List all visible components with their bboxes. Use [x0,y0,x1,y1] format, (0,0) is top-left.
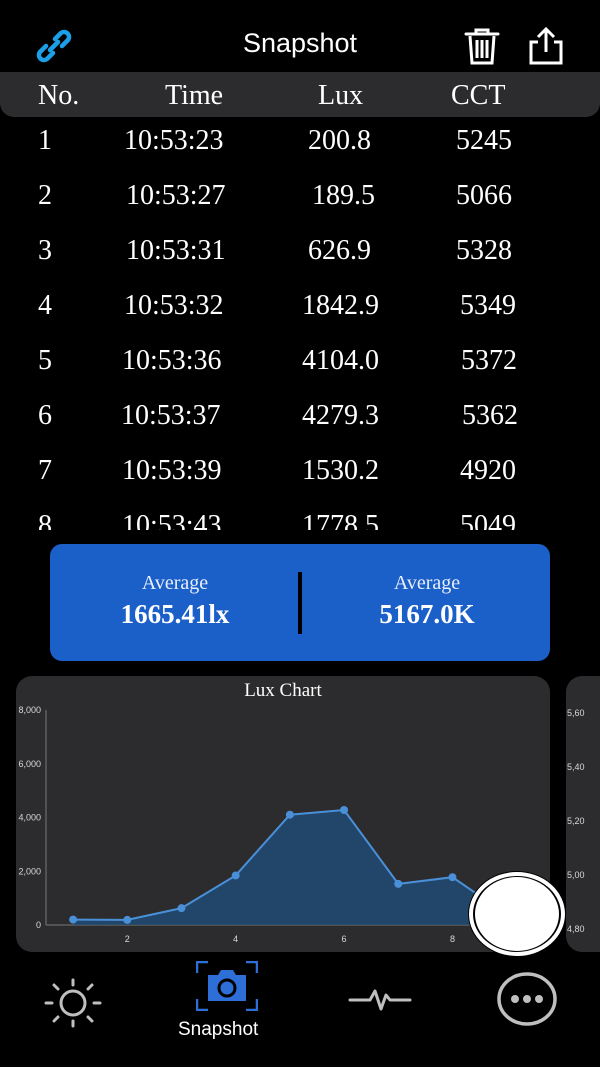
sun-icon [44,978,102,1028]
cell-lux: 200.8 [308,125,371,156]
table-row[interactable]: 1 10:53:23 200.8 5245 [0,117,600,171]
series-area [73,809,507,925]
x-tick-label: 2 [125,934,130,944]
cct-average: Average 5167.0K [302,572,552,630]
y-tick-label: 4,000 [18,813,41,823]
cell-cct: 4920 [460,455,516,486]
x-tick-label: 4 [233,934,238,944]
cell-lux: 1778.5 [302,510,379,530]
cell-no: 7 [38,455,52,486]
cell-time: 10:53:27 [126,180,226,211]
table-row[interactable]: 2 10:53:27 189.5 5066 [0,172,600,226]
cell-cct: 5372 [461,345,517,376]
nav-item-snapshot[interactable] [195,960,259,1016]
more-icon [497,972,557,1026]
header: Snapshot [0,0,600,72]
table-row[interactable]: 7 10:53:39 1530.2 4920 [0,447,600,501]
cell-lux: 189.5 [312,180,375,211]
y-tick-label: 0 [36,920,41,930]
cell-lux: 1842.9 [302,290,379,321]
lux-average: Average 1665.41lx [50,572,300,630]
average-card: Average 1665.41lx Average 5167.0K [50,544,550,661]
cct-chart-card[interactable]: 5,60 5,40 5,20 5,00 4,80 [566,676,600,952]
cell-no: 3 [38,235,52,266]
cct-y-tick: 5,60 [567,708,585,718]
cell-time: 10:53:36 [122,345,222,376]
capture-button-inner [475,877,559,951]
camera-icon [195,960,259,1012]
data-point [448,873,457,882]
chart-title: Lux Chart [244,680,322,701]
cell-time: 10:53:43 [122,510,222,530]
data-point [394,879,403,888]
cell-no: 2 [38,180,52,211]
x-tick-label: 6 [342,934,347,944]
cct-y-tick: 5,20 [567,816,585,826]
nav-label-snapshot: Snapshot [178,1019,259,1040]
cct-y-tick: 5,00 [567,870,585,880]
share-icon[interactable] [526,26,566,66]
cell-lux: 1530.2 [302,455,379,486]
column-header-no: No. [38,80,80,111]
cell-time: 10:53:32 [124,290,224,321]
cell-cct: 5328 [456,235,512,266]
cct-y-tick: 5,40 [567,762,585,772]
table-row[interactable]: 6 10:53:37 4279.3 5362 [0,392,600,446]
cell-lux: 626.9 [308,235,371,266]
cell-no: 1 [38,125,52,156]
cell-cct: 5362 [462,400,518,431]
cell-lux: 4279.3 [302,400,379,431]
data-point [123,915,132,924]
cct-average-label: Average [393,572,461,594]
nav-item-light[interactable] [42,977,104,1034]
table-row[interactable]: 3 10:53:31 626.9 5328 [0,227,600,281]
cell-cct: 5245 [456,125,512,156]
column-header-lux: Lux [318,80,364,111]
y-tick-label: 6,000 [18,759,41,769]
cct-average-value: 5167.0K [379,599,475,629]
data-point [231,871,240,880]
x-tick-label: 8 [450,934,455,944]
table-row[interactable]: 8 10:53:43 1778.5 5049 [0,502,600,530]
table-row[interactable]: 4 10:53:32 1842.9 5349 [0,282,600,336]
cell-time: 10:53:37 [121,400,221,431]
data-point [285,810,294,819]
y-tick-label: 2,000 [18,866,41,876]
column-header-time: Time [165,80,224,111]
trash-icon[interactable] [462,26,502,66]
cell-cct: 5349 [460,290,516,321]
y-tick-label: 8,000 [18,705,41,715]
page-title: Snapshot [242,28,358,58]
data-point [177,904,186,913]
cell-no: 8 [38,510,52,530]
column-header-cct: CCT [451,80,506,111]
cell-lux: 4104.0 [302,345,379,376]
capture-button[interactable] [468,871,566,957]
lux-average-value: 1665.41lx [120,599,230,629]
cell-no: 6 [38,400,52,431]
cell-no: 4 [38,290,52,321]
waveform-icon [348,989,412,1011]
lux-average-label: Average [141,572,209,594]
cell-time: 10:53:23 [124,125,224,156]
nav-item-more[interactable] [495,971,559,1032]
bottom-nav: Snapshot [0,955,600,1067]
snapshot-table[interactable]: 1 10:53:23 200.8 5245 2 10:53:27 189.5 5… [0,117,600,530]
data-point [340,805,349,814]
nav-item-waveform[interactable] [348,985,412,1020]
cell-time: 10:53:31 [126,235,226,266]
cell-cct: 5049 [460,510,516,530]
table-header: No. Time Lux CCT [0,72,600,117]
cell-no: 5 [38,345,52,376]
cell-cct: 5066 [456,180,512,211]
cell-time: 10:53:39 [122,455,222,486]
cct-y-tick: 4,80 [567,924,585,934]
table-row[interactable]: 5 10:53:36 4104.0 5372 [0,337,600,391]
data-point [69,915,78,924]
